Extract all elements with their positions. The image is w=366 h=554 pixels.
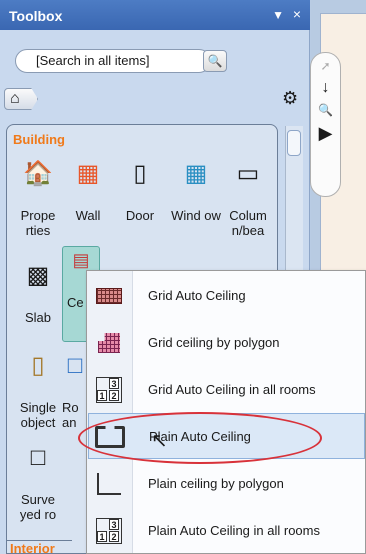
tile-label: Ro an	[62, 400, 79, 430]
search-icon[interactable]: 🔍	[203, 50, 227, 72]
grid-polygon-icon	[93, 327, 125, 359]
tile-label: Prope rties	[20, 208, 56, 238]
tile-label: Wind ow	[171, 208, 221, 223]
grid-all-rooms-icon: 312	[93, 374, 125, 406]
menu-item-label: Grid Auto Ceiling in all rooms	[148, 382, 316, 397]
navigation-pill: ➚ ↓ 🔍 ▶	[310, 52, 341, 197]
gear-icon[interactable]: ⚙	[282, 88, 298, 109]
menu-item-label: Grid ceiling by polygon	[148, 335, 280, 350]
menu-item-plain-auto-all-rooms[interactable]: 312 Plain Auto Ceiling in all rooms	[88, 508, 365, 554]
interior-group-header[interactable]: Interior	[6, 540, 72, 554]
properties-icon: 🏠	[23, 160, 53, 187]
tile-properties[interactable]: 🏠 Prope rties	[12, 160, 64, 272]
pan-icon[interactable]: ➚	[311, 59, 340, 73]
close-icon[interactable]: ×	[293, 6, 301, 22]
window-icon: ▦	[184, 160, 208, 187]
tile-label: Slab	[24, 310, 52, 325]
search-input[interactable]: [Search in all items]	[15, 49, 211, 73]
menu-item-grid-ceiling-polygon[interactable]: Grid ceiling by polygon	[88, 320, 365, 366]
toolbox-title-bar: Toolbox ▼ ×	[0, 0, 310, 30]
search-placeholder: [Search in all items]	[36, 53, 150, 68]
menu-item-grid-auto-ceiling[interactable]: Grid Auto Ceiling	[88, 273, 365, 319]
tile-door[interactable]: ▯ Door	[114, 160, 166, 272]
menu-item-label: Plain ceiling by polygon	[148, 476, 284, 491]
column-icon: ▭	[236, 160, 260, 187]
plain-polygon-icon	[93, 468, 125, 500]
highlight-oval	[78, 412, 322, 464]
tile-label: Wall	[75, 208, 101, 223]
menu-item-label: Grid Auto Ceiling	[148, 288, 246, 303]
grid-ceiling-icon	[93, 280, 125, 312]
tile-label: Surve yed ro	[19, 492, 57, 522]
surveyed-room-icon: □	[30, 444, 46, 471]
slab-icon: ▩	[26, 262, 50, 289]
tile-window[interactable]: ▦ Wind ow	[170, 160, 222, 272]
room-icon: □	[67, 352, 83, 379]
zoom-icon[interactable]: 🔍	[311, 103, 340, 117]
arrow-down-icon[interactable]: ↓	[311, 79, 340, 97]
door-icon: ▯	[133, 160, 147, 187]
tile-room[interactable]: □ Ro an	[62, 352, 88, 464]
building-group-header[interactable]: Building	[9, 129, 75, 149]
menu-item-grid-auto-all-rooms[interactable]: 312 Grid Auto Ceiling in all rooms	[88, 367, 365, 413]
tile-label: Single object	[19, 400, 57, 430]
play-icon[interactable]: ▶	[311, 123, 340, 144]
mouse-cursor-icon: ↖	[151, 430, 168, 452]
tile-column[interactable]: ▭ Colum n/bea	[222, 160, 274, 272]
single-object-icon: ▯	[31, 352, 45, 379]
wall-icon: ▦	[76, 160, 100, 187]
tile-label: Colum n/bea	[229, 208, 267, 238]
menu-item-plain-ceiling-polygon[interactable]: Plain ceiling by polygon	[88, 461, 365, 507]
tile-label: Door	[125, 208, 155, 223]
home-icon[interactable]: ⌂	[4, 88, 38, 110]
plain-all-rooms-icon: 312	[93, 515, 125, 547]
tile-surveyed-room[interactable]: □ Surve yed ro	[12, 444, 64, 554]
toolbox-title: Toolbox	[9, 8, 63, 24]
pin-icon[interactable]: ▼	[272, 8, 284, 22]
scrollbar-thumb[interactable]	[287, 130, 301, 156]
menu-item-label: Plain Auto Ceiling in all rooms	[148, 523, 320, 538]
